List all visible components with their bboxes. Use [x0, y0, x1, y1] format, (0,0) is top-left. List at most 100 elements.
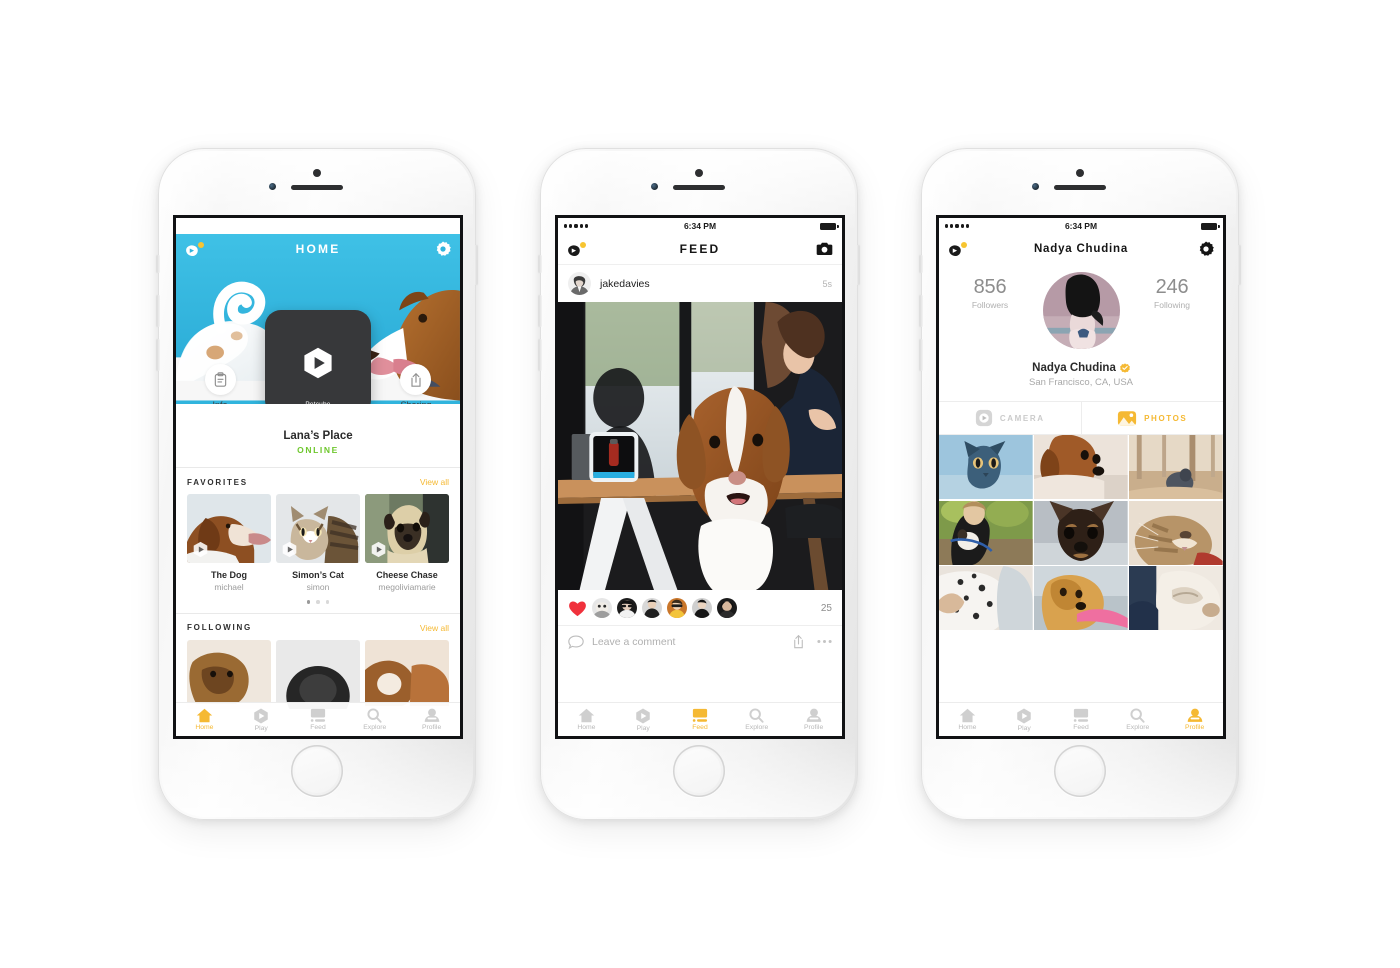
sharing-label: Sharing [381, 400, 451, 404]
liker-avatar[interactable] [667, 598, 687, 618]
grid-photo[interactable] [1129, 435, 1223, 499]
liker-avatar[interactable] [692, 598, 712, 618]
segment-photos[interactable]: PHOTOS [1080, 402, 1224, 434]
home-hardware-button[interactable] [673, 745, 725, 797]
silent-switch[interactable] [539, 255, 542, 273]
home-hardware-button[interactable] [1054, 745, 1106, 797]
avatar[interactable] [1042, 272, 1120, 349]
profile-navbar: Nadya Chudina [939, 234, 1223, 264]
tab-explore[interactable]: Explore [1109, 708, 1166, 731]
liker-avatar[interactable] [592, 598, 612, 618]
following-view-all-link[interactable]: View all [420, 623, 449, 633]
petcube-device-card[interactable]: Petcube [265, 310, 371, 404]
comment-bubble-icon[interactable] [568, 634, 584, 649]
page-dot[interactable] [316, 600, 320, 604]
liker-avatar[interactable] [617, 598, 637, 618]
info-button[interactable] [205, 364, 236, 395]
favorite-card[interactable]: The Dog michael [187, 494, 271, 592]
volume-up-button[interactable] [157, 295, 160, 327]
grid-photo[interactable] [1034, 566, 1128, 630]
user-avatar-photo [568, 272, 591, 295]
tab-profile[interactable]: Profile [1166, 708, 1223, 731]
tab-play[interactable]: Play [615, 708, 672, 732]
favorites-view-all-link[interactable]: View all [420, 477, 449, 487]
power-button[interactable] [1237, 245, 1240, 285]
tab-home[interactable]: Home [558, 708, 615, 731]
following-card[interactable] [365, 639, 449, 709]
grid-photo[interactable] [1034, 435, 1128, 499]
silent-switch[interactable] [157, 255, 160, 273]
power-button[interactable] [856, 245, 859, 285]
heart-icon[interactable] [568, 600, 587, 617]
grid-photo[interactable] [939, 566, 1033, 630]
home-icon [578, 708, 595, 723]
search-icon [367, 708, 382, 723]
grid-photo[interactable] [1129, 566, 1223, 630]
feed-username[interactable]: jakedavies [600, 278, 650, 290]
profile-display-name-row: Nadya Chudina [939, 362, 1223, 374]
tab-play[interactable]: Play [233, 708, 290, 732]
hexagon-play-icon[interactable] [281, 541, 298, 558]
tab-home[interactable]: Home [939, 708, 996, 731]
home-hardware-button[interactable] [291, 745, 343, 797]
sharing-button[interactable] [400, 364, 431, 395]
comment-row[interactable]: Leave a comment [558, 625, 842, 657]
liker-avatar[interactable] [717, 598, 737, 618]
volume-down-button[interactable] [920, 339, 923, 371]
comment-placeholder[interactable]: Leave a comment [592, 636, 675, 648]
favorite-card[interactable]: Simon’s Cat simon [276, 494, 360, 592]
volume-up-button[interactable] [539, 295, 542, 327]
share-up-icon[interactable] [792, 634, 805, 649]
liker-avatar[interactable] [642, 598, 662, 618]
tab-home-label: Home [958, 724, 977, 731]
followers-stat[interactable]: 856 Followers [959, 276, 1021, 310]
page-dot[interactable] [325, 600, 330, 604]
tab-feed[interactable]: Feed [290, 708, 347, 731]
tab-feed[interactable]: Feed [672, 708, 729, 731]
tab-explore[interactable]: Explore [728, 708, 785, 731]
tab-play[interactable]: Play [996, 708, 1053, 732]
tab-feed[interactable]: Feed [1053, 708, 1110, 731]
segment-camera[interactable]: CAMERA [939, 402, 1081, 434]
power-button[interactable] [474, 245, 477, 285]
page-dot[interactable] [306, 600, 311, 604]
more-dots-icon[interactable] [817, 639, 832, 644]
feed-navbar: FEED [558, 234, 842, 264]
volume-up-button[interactable] [920, 295, 923, 327]
favorites-header: FAVORITES View all [176, 468, 460, 494]
hexagon-play-icon[interactable] [192, 541, 209, 558]
grid-photo[interactable] [1129, 500, 1223, 565]
tab-explore[interactable]: Explore [346, 708, 403, 731]
grid-photo[interactable] [939, 435, 1033, 499]
dalmatian-photo [939, 566, 1033, 630]
screen-feed: 6:34 PM FEED jakedavies 5s 25 Leave a co… [555, 215, 845, 739]
segment-camera-label: CAMERA [999, 413, 1045, 423]
volume-down-button[interactable] [539, 339, 542, 371]
phone-device-home: 6:34 PM HOME Lana’s Place ONLINE FAVORIT… [157, 148, 477, 820]
tab-profile[interactable]: Profile [785, 708, 842, 731]
card-subtitle: simon [306, 582, 330, 592]
grid-photo[interactable] [1034, 500, 1128, 565]
following-card[interactable] [276, 639, 360, 709]
carousel-page-dots[interactable] [176, 600, 460, 604]
followers-label: Followers [971, 300, 1009, 310]
proximity-sensor [651, 183, 658, 190]
following-card[interactable] [187, 639, 271, 709]
feed-post-header[interactable]: jakedavies 5s [558, 264, 842, 302]
feed-post-photo[interactable] [558, 302, 842, 590]
following-stat[interactable]: 246 Following [1141, 276, 1203, 310]
screen-profile: 6:34 PM Nadya Chudina 856 Followers 246 … [936, 215, 1226, 739]
followers-count: 856 [973, 276, 1007, 298]
favorites-card-row: The Dog michael Simon’s Cat simon Cheese… [176, 494, 460, 592]
tab-feed-label: Feed [692, 724, 708, 731]
grid-photo[interactable] [939, 500, 1033, 565]
tab-home[interactable]: Home [176, 708, 233, 731]
favorite-card[interactable]: Cheese Chase megoliviamarie [365, 494, 449, 592]
volume-down-button[interactable] [157, 339, 160, 371]
hexagon-play-icon[interactable] [370, 541, 387, 558]
silent-switch[interactable] [920, 255, 923, 273]
profile-segmented-control: CAMERA PHOTOS [939, 401, 1223, 435]
avatar[interactable] [568, 272, 591, 295]
tab-profile[interactable]: Profile [403, 708, 460, 731]
proximity-sensor [1032, 183, 1039, 190]
